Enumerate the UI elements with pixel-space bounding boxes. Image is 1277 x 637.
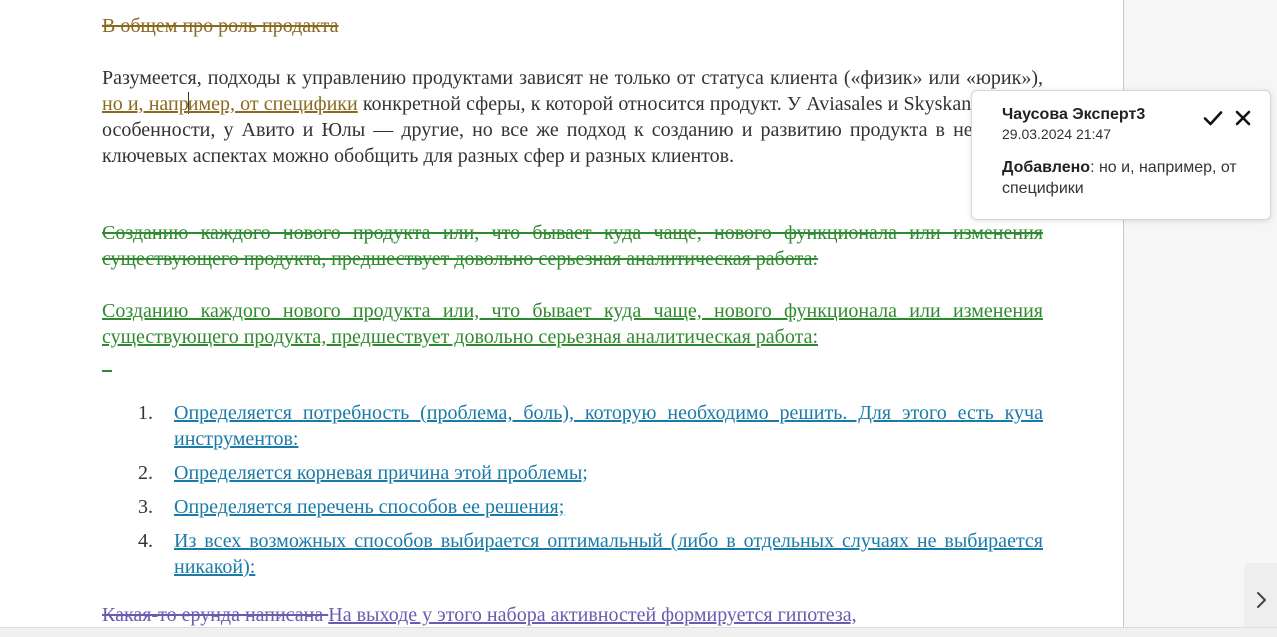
list-number: 1. bbox=[138, 402, 153, 424]
list-item-text: Определяется потребность (проблема, боль… bbox=[174, 402, 1043, 450]
list-number: 4. bbox=[138, 530, 153, 552]
comment-body: Добавлено: но и, например, от специфики bbox=[1002, 157, 1254, 199]
deleted-heading[interactable]: В общем про роль продакта bbox=[102, 13, 1043, 39]
inserted-text-b[interactable]: имер, от специфики bbox=[188, 93, 358, 115]
inserted-text: Созданию каждого нового продукта или, чт… bbox=[102, 300, 1043, 348]
paragraph-2-deleted[interactable]: Созданию каждого нового продукта или, чт… bbox=[102, 220, 1043, 272]
list-item-text: Из всех возможных способов выбирается оп… bbox=[174, 530, 1043, 578]
expand-pane-button[interactable] bbox=[1244, 563, 1277, 637]
paragraph-1[interactable]: Разумеется, подходы к управлению продукт… bbox=[102, 65, 1043, 169]
inserted-empty-line bbox=[102, 352, 112, 374]
change-comment-card[interactable]: Чаусова Эксперт3 29.03.2024 21:47 Добавл… bbox=[971, 90, 1271, 220]
list-number: 3. bbox=[138, 496, 153, 518]
list-number: 2. bbox=[138, 462, 153, 484]
list-item[interactable]: 1. Определяется потребность (проблема, б… bbox=[102, 400, 1043, 452]
checkmark-icon bbox=[1203, 111, 1223, 126]
inserted-text-a[interactable]: но и, напр bbox=[102, 93, 189, 115]
paragraph-2-inserted[interactable]: Созданию каждого нового продукта или, чт… bbox=[102, 298, 1043, 376]
list-item-text: Определяется корневая причина этой пробл… bbox=[174, 462, 588, 484]
numbered-list[interactable]: 1. Определяется потребность (проблема, б… bbox=[102, 400, 1043, 588]
deleted-text: Созданию каждого нового продукта или, чт… bbox=[102, 222, 1043, 270]
list-item[interactable]: 4. Из всех возможных способов выбирается… bbox=[102, 528, 1043, 580]
inserted-text: На выходе у этого набора активностей фор… bbox=[328, 604, 857, 626]
accept-change-button[interactable] bbox=[1202, 107, 1224, 129]
chevron-right-icon bbox=[1256, 592, 1266, 608]
close-icon bbox=[1235, 110, 1251, 126]
deleted-text: Какая-то ерунда написана bbox=[102, 604, 329, 626]
document-canvas[interactable]: В общем про роль продакта Разумеется, по… bbox=[0, 0, 1124, 627]
deleted-text: В общем про роль продакта bbox=[102, 15, 339, 37]
paragraph-text: Разумеется, подходы к управлению продукт… bbox=[102, 67, 1043, 89]
paragraph-3[interactable]: Какая-то ерунда написана На выходе у это… bbox=[102, 602, 1043, 627]
list-item[interactable]: 2. Определяется корневая причина этой пр… bbox=[102, 460, 1043, 486]
list-item[interactable]: 3. Определяется перечень способов ее реш… bbox=[102, 494, 1043, 520]
bottom-scroll-strip[interactable] bbox=[0, 627, 1277, 637]
comment-change-type: Добавлено bbox=[1002, 159, 1091, 176]
list-item-text: Определяется перечень способов ее решени… bbox=[174, 496, 565, 518]
reject-change-button[interactable] bbox=[1232, 107, 1254, 129]
